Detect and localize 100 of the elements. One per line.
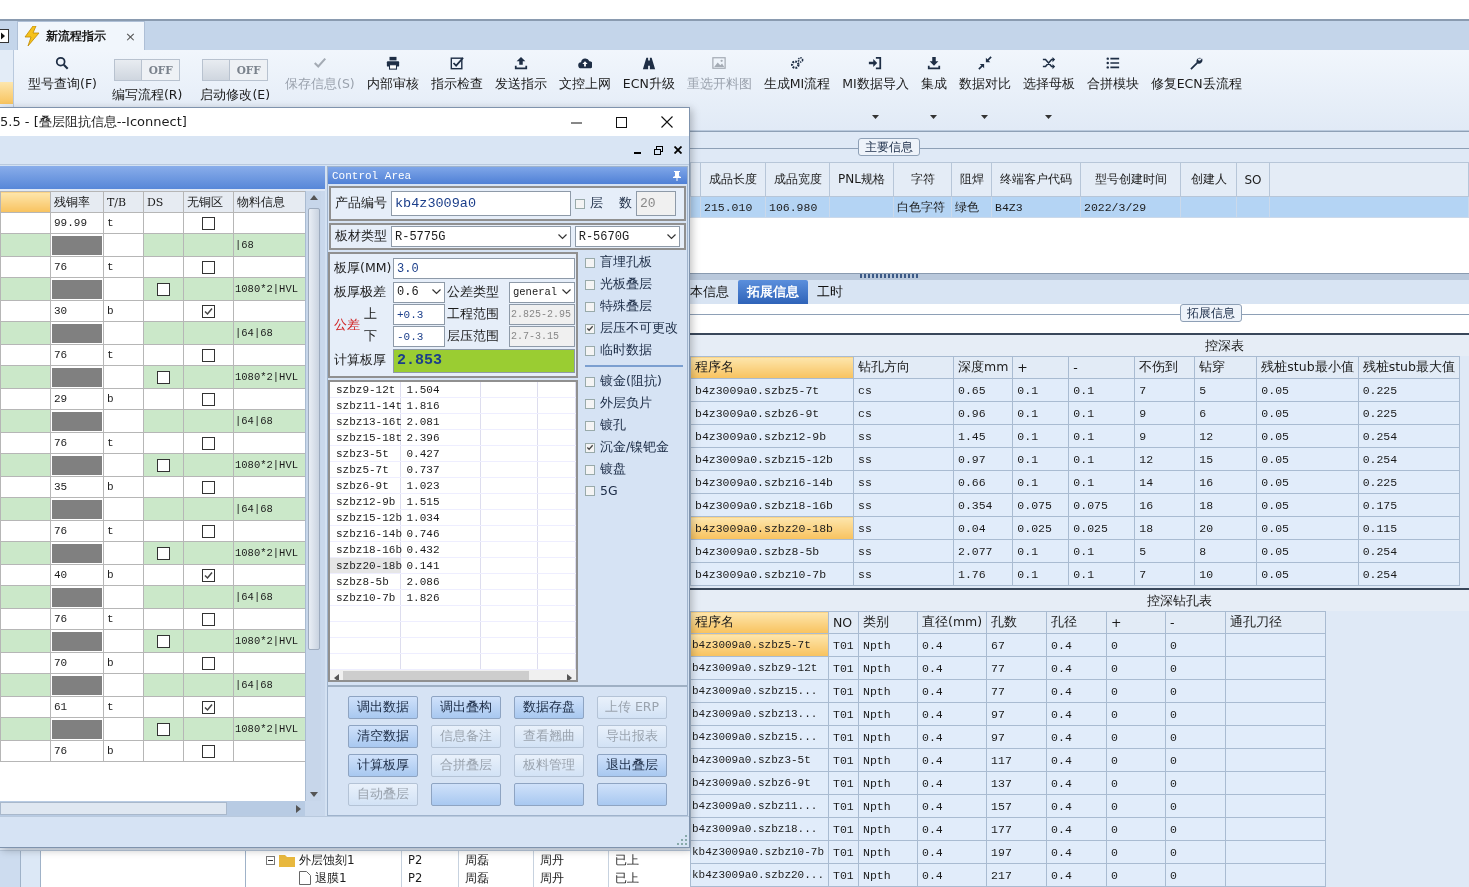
checkbox[interactable] bbox=[202, 700, 215, 714]
close-button[interactable]: × bbox=[123, 28, 138, 44]
column-header[interactable]: 孔径 bbox=[1046, 611, 1107, 634]
column-header[interactable]: NO bbox=[828, 611, 859, 634]
list-cell[interactable]: szbz12-9b bbox=[330, 493, 400, 510]
list-cell[interactable]: 0.737 bbox=[400, 461, 480, 478]
column-header[interactable]: 类别 bbox=[858, 611, 918, 634]
list-cell[interactable]: szbz15-18t bbox=[330, 429, 400, 446]
horizontal-scrollbar[interactable] bbox=[0, 801, 305, 816]
splitter-handle[interactable] bbox=[860, 274, 920, 278]
column-header[interactable]: 程序名 bbox=[690, 356, 854, 379]
list-cell[interactable]: szbz13-16t bbox=[330, 413, 400, 430]
column-header[interactable]: 无铜区 bbox=[183, 191, 234, 213]
input-field[interactable]: 3.0 bbox=[393, 258, 575, 279]
column-header[interactable]: 不伤到 bbox=[1134, 356, 1195, 379]
list-cell[interactable]: 0.427 bbox=[400, 445, 480, 462]
column-header[interactable]: SO bbox=[1236, 162, 1270, 197]
column-header[interactable]: + bbox=[1012, 356, 1069, 379]
checkbox[interactable] bbox=[585, 301, 595, 312]
list-cell[interactable]: szbz11-14t bbox=[330, 397, 400, 414]
tab[interactable]: 本信息 bbox=[690, 280, 738, 304]
column-header[interactable]: 成品长度 bbox=[700, 162, 766, 197]
action-button[interactable]: 清空数据 bbox=[348, 725, 418, 748]
list-cell[interactable]: szbz6-9t bbox=[330, 477, 400, 494]
checkbox[interactable] bbox=[202, 436, 215, 450]
ribbon-button[interactable]: 文控上网 bbox=[553, 50, 616, 124]
checkbox[interactable] bbox=[585, 257, 595, 268]
ribbon-button[interactable]: 生成MI流程 bbox=[758, 50, 836, 124]
input-field[interactable]: -0.3 bbox=[393, 326, 445, 347]
close-button[interactable] bbox=[671, 143, 685, 157]
list-cell[interactable]: 1.515 bbox=[400, 493, 480, 510]
checkbox[interactable] bbox=[585, 485, 595, 496]
action-button[interactable]: 退出叠层 bbox=[597, 754, 667, 777]
checkbox[interactable] bbox=[202, 524, 215, 538]
checkbox[interactable] bbox=[585, 420, 595, 431]
checkbox[interactable] bbox=[585, 376, 595, 387]
checkbox[interactable] bbox=[202, 744, 215, 758]
input-field[interactable]: kb4z3009a0 bbox=[391, 191, 571, 216]
restore-button[interactable] bbox=[651, 143, 665, 157]
action-button[interactable]: 调出数据 bbox=[348, 696, 418, 719]
column-header[interactable]: 型号创建时间 bbox=[1080, 162, 1181, 197]
ribbon-button[interactable]: 修复ECN丢流程 bbox=[1145, 50, 1247, 124]
checkbox[interactable] bbox=[202, 480, 215, 494]
list-cell[interactable]: 2.396 bbox=[400, 429, 480, 446]
checkbox[interactable] bbox=[585, 398, 595, 409]
checkbox[interactable] bbox=[202, 612, 215, 626]
checkbox[interactable] bbox=[585, 464, 595, 475]
checkbox[interactable] bbox=[202, 304, 215, 318]
tab[interactable]: 工时 bbox=[808, 280, 852, 304]
column-header[interactable]: 创建人 bbox=[1180, 162, 1237, 197]
column-header[interactable]: 字符 bbox=[893, 162, 952, 197]
checkbox[interactable] bbox=[157, 634, 170, 648]
checkbox[interactable] bbox=[157, 546, 170, 560]
checkbox[interactable] bbox=[202, 568, 215, 582]
list-cell[interactable]: 1.023 bbox=[400, 477, 480, 494]
checkbox[interactable] bbox=[585, 345, 595, 356]
dropdown[interactable]: general bbox=[509, 281, 575, 303]
list-cell[interactable]: szbz8-5b bbox=[330, 573, 400, 590]
column-header[interactable]: 物料信息 bbox=[233, 191, 305, 213]
checkbox[interactable] bbox=[202, 216, 215, 230]
ribbon-button[interactable]: 发送指示 bbox=[489, 50, 552, 124]
column-header[interactable]: 钻穿 bbox=[1194, 356, 1257, 379]
column-header[interactable]: 残铜率 bbox=[50, 191, 104, 213]
list-cell[interactable]: 2.086 bbox=[400, 573, 480, 590]
dropdown[interactable]: R-5775G bbox=[391, 226, 571, 247]
vertical-scrollbar[interactable] bbox=[305, 191, 321, 801]
column-header[interactable]: 终端客户代码 bbox=[991, 162, 1081, 197]
ribbon-button[interactable]: 指示检查 bbox=[425, 50, 488, 124]
checkbox[interactable] bbox=[157, 458, 170, 472]
column-header[interactable]: T/B bbox=[103, 191, 144, 213]
checkbox[interactable] bbox=[157, 282, 170, 296]
expander-icon[interactable] bbox=[266, 855, 275, 865]
list-cell[interactable]: szbz9-12t bbox=[330, 382, 400, 398]
action-button[interactable]: 调出叠构 bbox=[431, 696, 501, 719]
list-cell[interactable]: szbz5-7t bbox=[330, 461, 400, 478]
ribbon-button[interactable]: 数据对比 bbox=[953, 50, 1016, 124]
column-header[interactable]: - bbox=[1068, 356, 1135, 379]
column-header[interactable]: - bbox=[1165, 611, 1226, 634]
column-header[interactable]: 程序名 bbox=[690, 611, 829, 634]
checkbox[interactable] bbox=[157, 370, 170, 384]
column-header[interactable]: 阻焊 bbox=[951, 162, 992, 197]
tree-item[interactable]: 退膜1 bbox=[315, 869, 347, 887]
list-cell[interactable]: 1.504 bbox=[400, 382, 480, 398]
column-header[interactable]: 钻孔方向 bbox=[853, 356, 954, 379]
ribbon-button[interactable]: ECN升级 bbox=[617, 50, 680, 124]
list-cell[interactable]: szbz10-7b bbox=[330, 589, 400, 606]
ribbon-button[interactable]: 集成 bbox=[915, 50, 952, 124]
list-cell[interactable]: 1.816 bbox=[400, 397, 480, 414]
list-cell[interactable]: szbz3-5t bbox=[330, 445, 400, 462]
checkbox[interactable] bbox=[585, 442, 595, 453]
checkbox[interactable] bbox=[585, 279, 595, 290]
document-tab[interactable]: 新流程指示 × bbox=[17, 21, 145, 50]
checkbox[interactable] bbox=[202, 348, 215, 362]
table-row[interactable]: 215.010 106.980 白色字符 绿色 B4Z3 2022/3/29 bbox=[690, 196, 1469, 218]
column-header[interactable]: 深度mm bbox=[953, 356, 1013, 379]
action-button[interactable]: 数据存盘 bbox=[514, 696, 584, 719]
action-button[interactable]: 计算板厚 bbox=[348, 754, 418, 777]
checkbox[interactable] bbox=[202, 260, 215, 274]
list-cell[interactable]: szbz16-14b bbox=[330, 525, 400, 542]
ribbon-button[interactable]: 选择母板 bbox=[1017, 50, 1080, 124]
